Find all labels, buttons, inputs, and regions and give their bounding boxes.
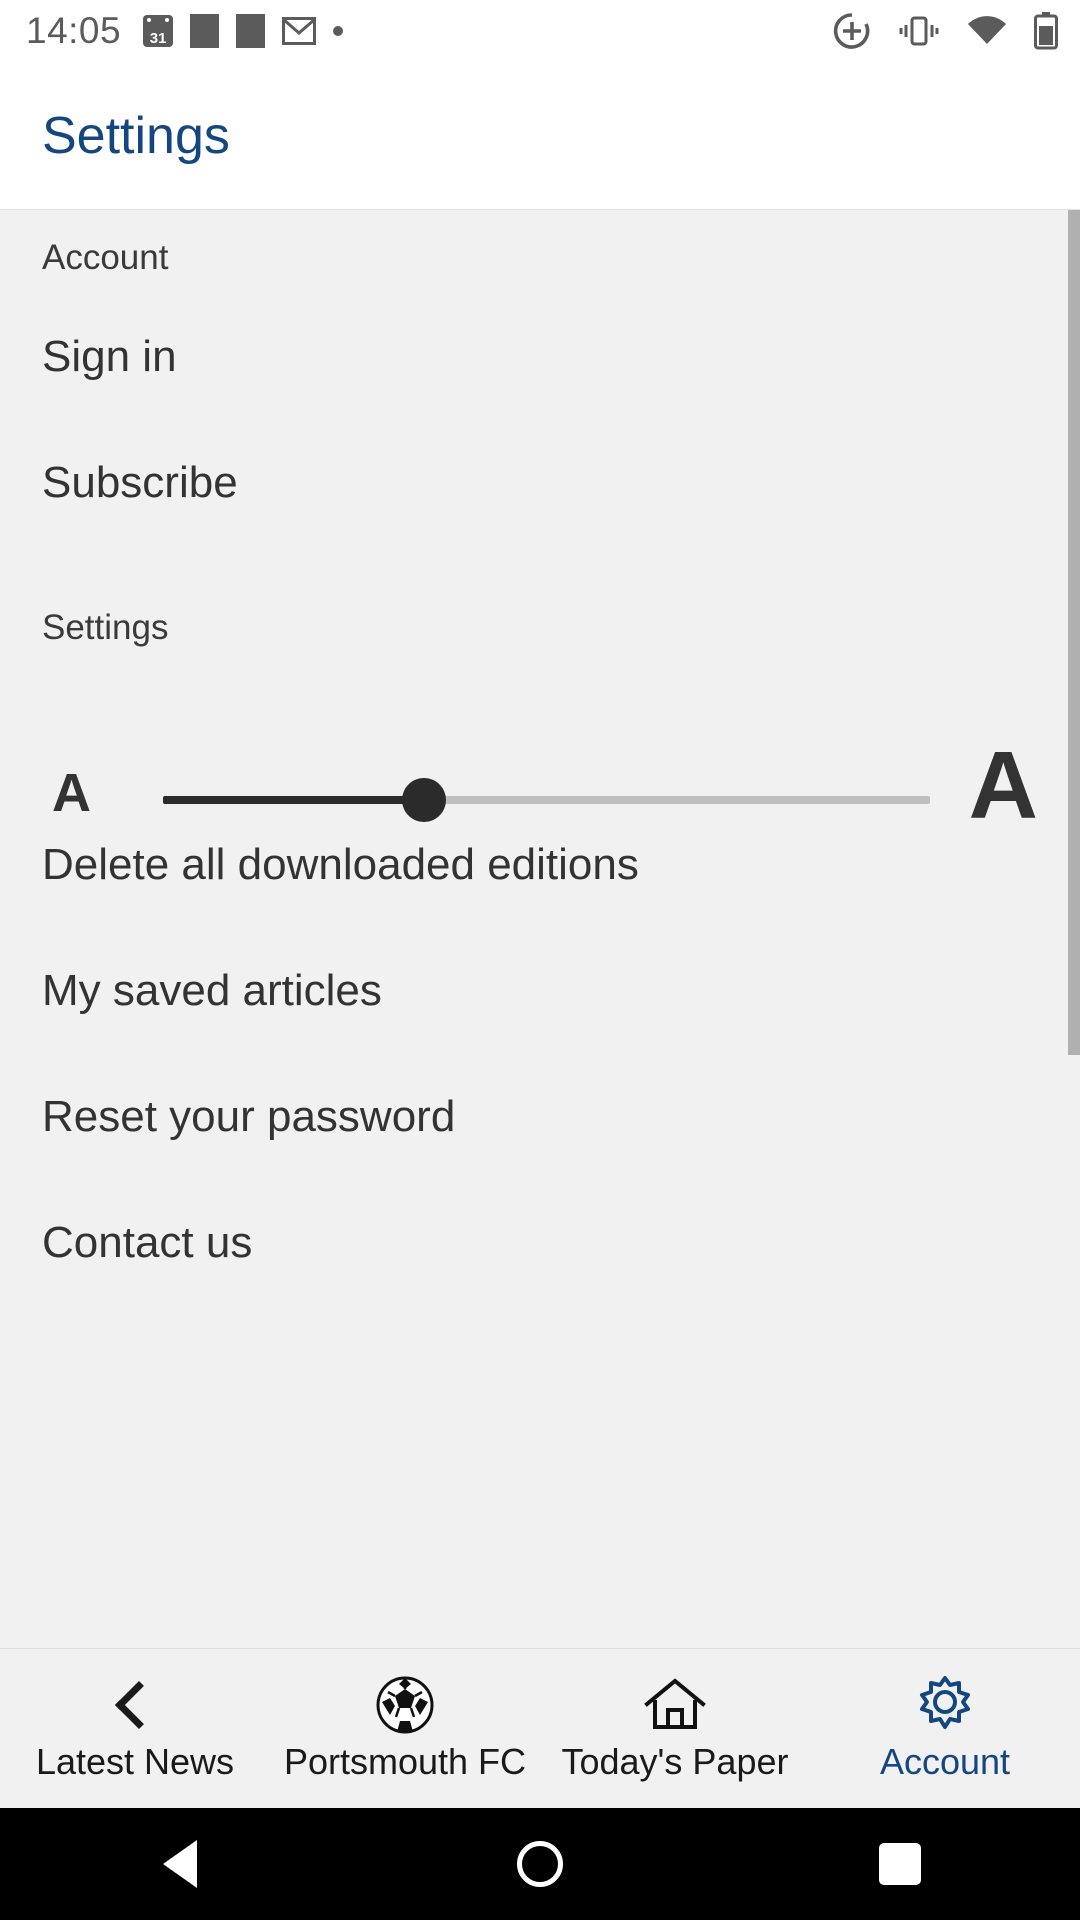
gmail-icon — [282, 17, 317, 45]
phone-screen: 14:05 31 Settings Account Sign in Subscr… — [0, 0, 1080, 1920]
font-size-slider[interactable] — [163, 778, 930, 822]
app-square-icon — [236, 14, 266, 48]
section-header-account: Account — [42, 238, 169, 277]
slider-thumb[interactable] — [401, 778, 446, 822]
tab-account[interactable]: Account — [810, 1649, 1080, 1808]
settings-item-saved-articles[interactable]: My saved articles — [42, 966, 382, 1016]
font-size-max-label: A — [968, 732, 1038, 839]
tab-latest-news[interactable]: Latest News — [0, 1649, 270, 1808]
calendar-day-number: 31 — [149, 30, 167, 47]
status-clock: 14:05 — [26, 10, 122, 51]
section-header-settings: Settings — [42, 608, 169, 647]
tab-label-latest-news: Latest News — [35, 1740, 235, 1782]
tab-label-account: Account — [879, 1740, 1011, 1782]
battery-icon — [1034, 12, 1058, 50]
bottom-tab-bar: Latest News Portsmouth FC Today's Paper … — [0, 1648, 1080, 1808]
settings-item-sign-in[interactable]: Sign in — [42, 332, 177, 382]
settings-item-reset-password[interactable]: Reset your password — [42, 1092, 455, 1142]
status-notification-icons: 31 — [143, 14, 344, 48]
wifi-icon — [968, 16, 1006, 44]
settings-content[interactable]: Account Sign in Subscribe Settings A A D… — [0, 209, 1080, 1648]
app-square-icon — [190, 14, 220, 48]
settings-item-delete-downloads[interactable]: Delete all downloaded editions — [42, 840, 639, 890]
settings-item-subscribe[interactable]: Subscribe — [42, 458, 238, 508]
back-button[interactable] — [0, 1840, 360, 1888]
status-bar: 14:05 31 — [0, 0, 1080, 62]
app-bar: Settings — [0, 62, 1080, 209]
vertical-scrollbar[interactable] — [1068, 210, 1080, 1055]
tab-label-todays-paper: Today's Paper — [561, 1740, 789, 1782]
recents-button[interactable] — [720, 1843, 1080, 1885]
calendar-icon: 31 — [143, 15, 174, 47]
tab-label-portsmouth-fc: Portsmouth FC — [283, 1740, 527, 1782]
home-icon — [644, 1675, 706, 1735]
settings-item-contact-us[interactable]: Contact us — [42, 1218, 252, 1268]
dot-icon — [333, 26, 344, 36]
chevron-left-icon — [114, 1675, 164, 1735]
tab-todays-paper[interactable]: Today's Paper — [540, 1649, 810, 1808]
football-icon — [375, 1675, 435, 1735]
accessibility-zoom-icon — [833, 13, 870, 49]
font-size-min-label: A — [52, 763, 91, 823]
android-system-nav-bar — [0, 1808, 1080, 1920]
home-button[interactable] — [360, 1841, 720, 1887]
tab-portsmouth-fc[interactable]: Portsmouth FC — [270, 1649, 540, 1808]
status-system-icons — [833, 12, 1058, 50]
page-title: Settings — [42, 106, 230, 165]
vibrate-icon — [899, 16, 939, 46]
slider-track-fill — [163, 796, 424, 804]
gear-icon — [914, 1675, 976, 1735]
